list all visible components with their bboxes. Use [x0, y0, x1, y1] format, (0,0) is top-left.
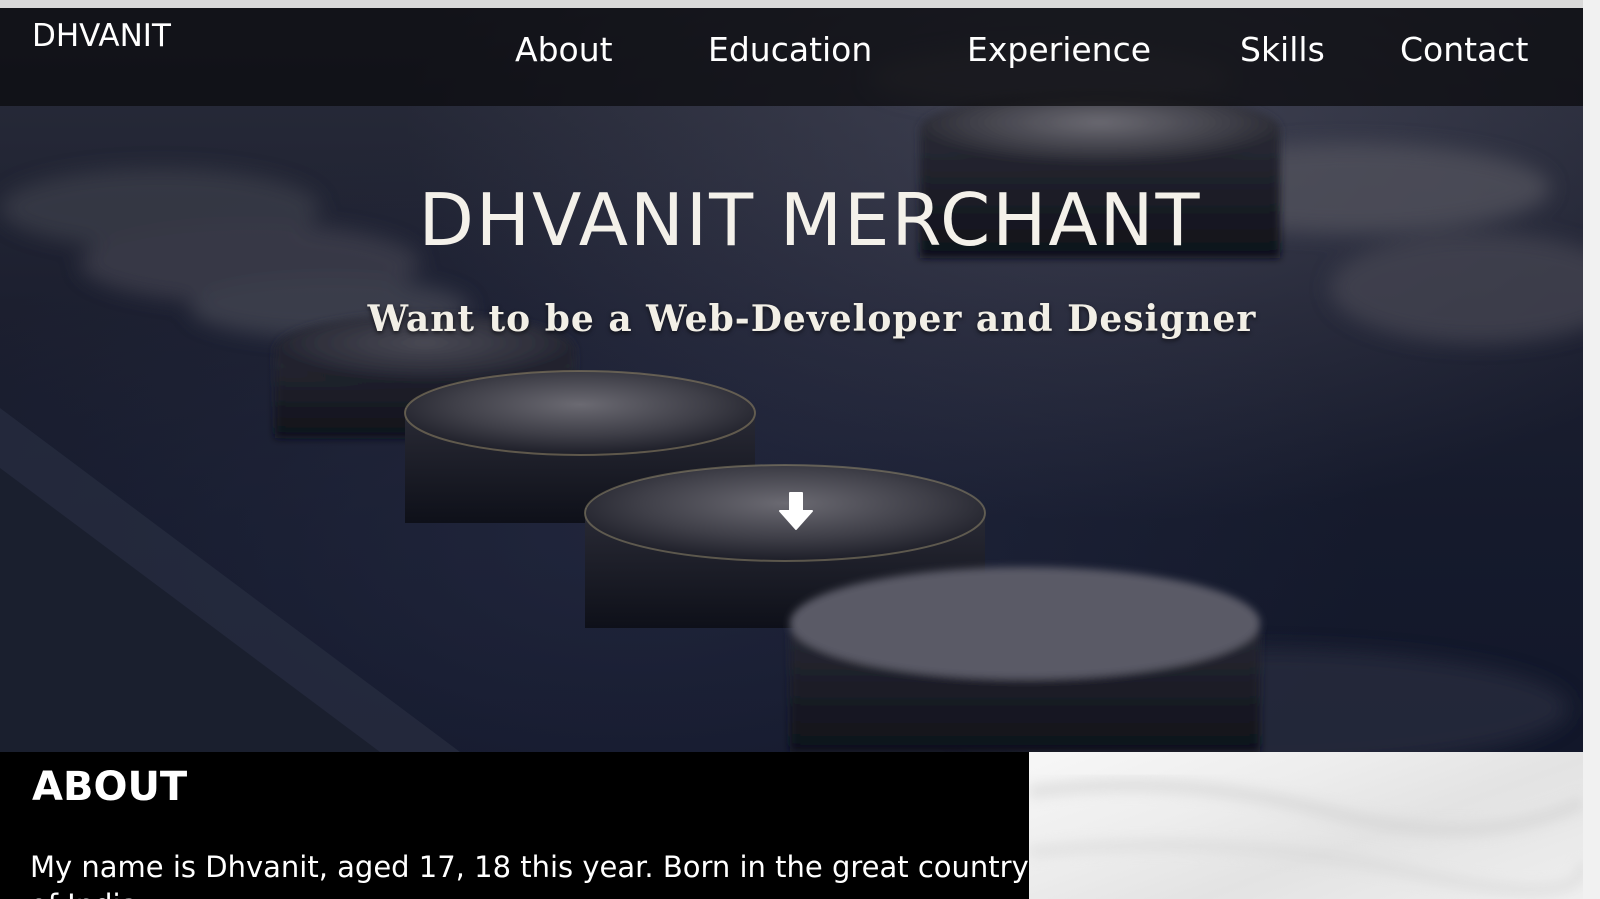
- nav-link-education[interactable]: Education: [708, 30, 872, 69]
- top-strip: [0, 0, 1583, 8]
- about-image: [1029, 752, 1583, 899]
- about-text-panel: ABOUT My name is Dhvanit, aged 17, 18 th…: [0, 752, 1029, 899]
- about-section: ABOUT My name is Dhvanit, aged 17, 18 th…: [0, 752, 1583, 899]
- hero-background-image: [0, 48, 1583, 752]
- arrow-down-icon: [779, 492, 813, 530]
- browser-viewport: DHVANIT About Education Experience Skill…: [0, 0, 1583, 899]
- nav-link-contact[interactable]: Contact: [1400, 30, 1528, 69]
- top-navbar: DHVANIT About Education Experience Skill…: [0, 8, 1583, 106]
- about-heading: ABOUT: [32, 764, 188, 810]
- brand-logo-link[interactable]: DHVANIT: [32, 18, 171, 54]
- hero-section: DHVANIT About Education Experience Skill…: [0, 8, 1583, 752]
- hero-subtitle: Want to be a Web-Developer and Designer: [367, 298, 1257, 340]
- about-image-texture: [1029, 778, 1583, 896]
- nav-link-about[interactable]: About: [515, 30, 613, 69]
- nav-link-skills[interactable]: Skills: [1240, 30, 1325, 69]
- vertical-scrollbar[interactable]: [1583, 0, 1600, 899]
- about-paragraph: My name is Dhvanit, aged 17, 18 this yea…: [30, 850, 1029, 884]
- hero-title: DHVANIT MERCHANT: [418, 178, 1202, 262]
- scroll-down-button[interactable]: [773, 489, 819, 535]
- about-paragraph-line2: of India: [30, 886, 138, 899]
- nav-link-experience[interactable]: Experience: [967, 30, 1151, 69]
